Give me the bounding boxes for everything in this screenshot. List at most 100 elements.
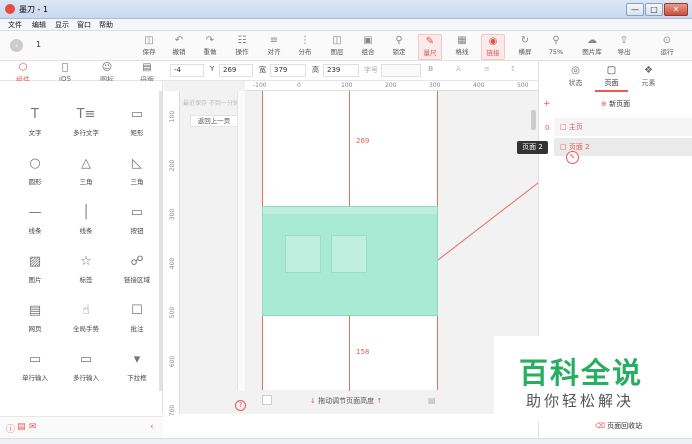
ruler-tick: 200: [169, 159, 177, 172]
page-tooltip: 页面 2: [517, 141, 548, 154]
watermark-subtitle: 助你轻松解决: [526, 392, 635, 410]
page-number: 1: [36, 40, 42, 49]
component-icon: ▭: [130, 205, 144, 220]
component-label: 下拉框: [127, 374, 147, 382]
component-item[interactable]: ▭ 矩形: [112, 103, 162, 148]
component-item[interactable]: ☍ 链接区域: [112, 250, 162, 295]
ruler-tick: 600: [169, 355, 177, 368]
help-circle-icon[interactable]: ?: [235, 400, 246, 411]
font-size-input[interactable]: [381, 64, 421, 77]
add-icon[interactable]: +: [543, 99, 551, 109]
component-icon: ☆: [80, 254, 92, 269]
zoom-button[interactable]: ⚲ 75%: [544, 34, 568, 60]
line-height-icon[interactable]: ↕: [510, 65, 516, 73]
maximize-button[interactable]: □: [645, 3, 663, 16]
tab-state[interactable]: ◎ 状态: [559, 64, 592, 92]
font-color-icon[interactable]: A: [456, 65, 461, 73]
component-panel: T 文字 T≡ 多行文字 ▭ 矩形 ○ 圆形 △ 三角 ◺ 三角 — 线条 │ 线条 ▭ 按钮 ▨ 图片 ☆ 标签 ☍ 链接区…: [0, 81, 163, 414]
link-button[interactable]: ◉ 链接: [481, 34, 505, 60]
feedback-icon[interactable]: ✉: [29, 422, 37, 432]
component-item[interactable]: │ 线条: [61, 201, 111, 246]
undo-button[interactable]: ↶ 撤销: [167, 34, 191, 60]
page-checkbox[interactable]: [262, 395, 272, 405]
canvas-scrollbar[interactable]: [531, 110, 536, 130]
component-label: 多行输入: [73, 374, 99, 382]
action-button[interactable]: ☷ 操作: [230, 34, 254, 60]
panel-scrollbar[interactable]: [159, 91, 162, 391]
component-icon: ▭: [28, 352, 42, 367]
help-icon[interactable]: ⓘ: [6, 422, 15, 435]
save-button[interactable]: ◫ 保存: [137, 34, 161, 60]
back-arrow-icon[interactable]: ‹: [10, 39, 23, 52]
emoji-icon: ☺: [101, 62, 113, 73]
text-align-icon[interactable]: ≡: [484, 65, 490, 73]
group-button[interactable]: ▣ 组合: [356, 34, 380, 60]
component-item[interactable]: ▾ 下拉框: [112, 348, 162, 393]
page-icon: ▢: [606, 65, 617, 76]
menu-window[interactable]: 窗口: [77, 20, 91, 30]
component-item[interactable]: ☐ 批注: [112, 299, 162, 344]
tab-pages[interactable]: ▢ 页面: [595, 64, 628, 92]
bold-icon[interactable]: B: [428, 65, 433, 73]
image-library-button[interactable]: ☁ 图片库: [578, 34, 606, 60]
tab-elements[interactable]: ❖ 元素: [632, 64, 665, 92]
recycle-bin-button[interactable]: ⌫ 页面回收站: [595, 421, 642, 431]
collapse-icon[interactable]: ‹: [150, 422, 154, 432]
redo-button[interactable]: ↷ 重做: [198, 34, 222, 60]
close-button[interactable]: ✕: [664, 3, 688, 16]
component-item[interactable]: ▨ 图片: [10, 250, 60, 295]
component-item[interactable]: ▭ 按钮: [112, 201, 162, 246]
component-item[interactable]: △ 三角: [61, 152, 111, 197]
lock-button[interactable]: ⚲ 锁定: [387, 34, 411, 60]
component-icon: ▾: [133, 352, 141, 367]
doc-icon[interactable]: ▤: [17, 422, 26, 432]
zoom-icon: ⚲: [552, 35, 560, 46]
rotate-button[interactable]: ↻ 横屏: [513, 34, 537, 60]
component-icon: │: [82, 205, 90, 220]
menu-file[interactable]: 文件: [8, 20, 22, 30]
page-item-home[interactable]: □ 主页: [554, 118, 692, 136]
component-item[interactable]: ▭ 多行输入: [61, 348, 111, 393]
ruler-tick: 100: [341, 82, 353, 89]
menu-view[interactable]: 显示: [55, 20, 69, 30]
font-size-label: 字号: [364, 66, 378, 74]
y-input[interactable]: 269: [219, 64, 253, 77]
link-target-icon[interactable]: ✎: [566, 151, 579, 164]
component-item[interactable]: ▭ 单行输入: [10, 348, 60, 393]
component-item[interactable]: ○ 圆形: [10, 152, 60, 197]
minimize-button[interactable]: —: [626, 3, 644, 16]
drag-height-hint[interactable]: ↓ 拖动调节页面高度 ↑: [310, 396, 382, 406]
screenshot-card: [331, 235, 367, 273]
export-button[interactable]: ⇧ 导出: [612, 34, 636, 60]
component-item[interactable]: ☝ 全局手势: [61, 299, 111, 344]
component-item[interactable]: ☆ 标签: [61, 250, 111, 295]
width-input[interactable]: 379: [270, 64, 306, 77]
component-label: 线条: [79, 227, 93, 235]
component-item[interactable]: — 线条: [10, 201, 60, 246]
height-input[interactable]: 239: [323, 64, 359, 77]
selected-screenshot[interactable]: [262, 206, 438, 316]
layer-button[interactable]: ◫ 图层: [325, 34, 349, 60]
watermark: 百科全说 助你轻松解决: [494, 336, 692, 422]
left-bottom-bar: ⓘ ▤ ✉ ‹: [0, 416, 163, 438]
menu-edit[interactable]: 编辑: [32, 20, 46, 30]
x-input[interactable]: -4: [170, 64, 204, 77]
back-page-button[interactable]: 返回上一页: [190, 115, 238, 127]
component-item[interactable]: T≡ 多行文字: [61, 103, 111, 148]
menu-help[interactable]: 帮助: [99, 20, 113, 30]
ruler-button[interactable]: ✎ 量尺: [418, 34, 442, 60]
grid-button[interactable]: ▦ 格线: [450, 34, 474, 60]
component-item[interactable]: ▤ 网页: [10, 299, 60, 344]
distribute-button[interactable]: ⋮ 分布: [293, 34, 317, 60]
align-button[interactable]: ≡ 对齐: [262, 34, 286, 60]
run-button[interactable]: ⊙ 运行: [655, 34, 679, 60]
component-label: 多行文字: [73, 129, 99, 137]
image-icon[interactable]: ▤: [428, 396, 436, 405]
component-item[interactable]: ◺ 三角: [112, 152, 162, 197]
component-icon: ▨: [28, 254, 42, 269]
link-icon: ◉: [488, 36, 498, 47]
new-page-button[interactable]: ⊕ 新页面: [601, 99, 630, 109]
grid-icon: ▦: [457, 35, 467, 46]
save-icon: ◫: [144, 35, 154, 46]
component-item[interactable]: T 文字: [10, 103, 60, 148]
